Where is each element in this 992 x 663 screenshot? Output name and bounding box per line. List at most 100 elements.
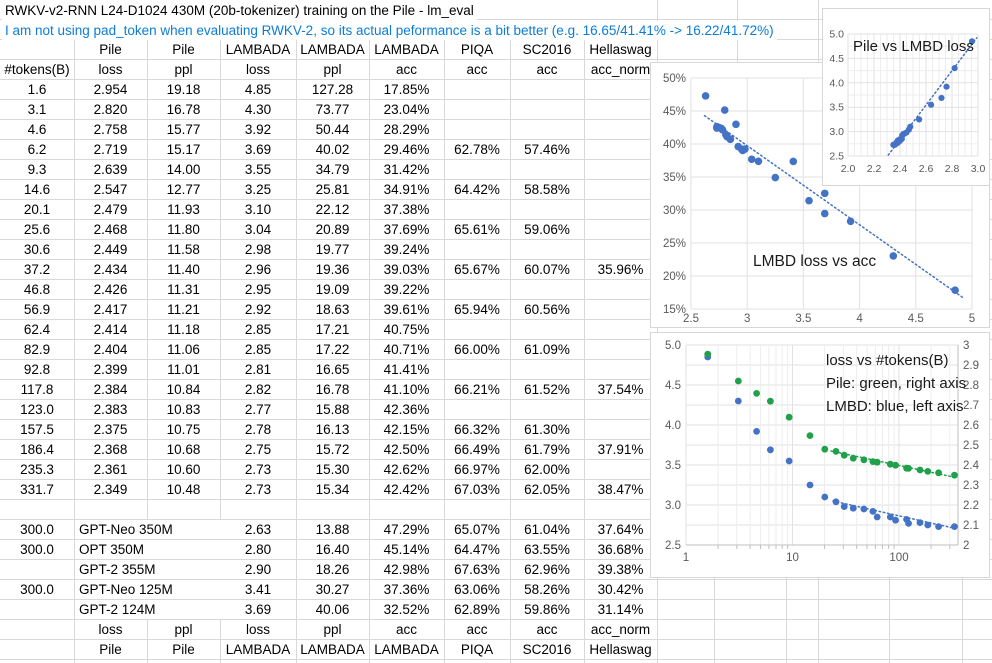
- table-cell[interactable]: 30.6: [0, 240, 74, 259]
- table-cell[interactable]: 31.42%: [369, 160, 444, 179]
- table-cell[interactable]: 36.68%: [584, 540, 657, 559]
- column-sub-header[interactable]: loss: [220, 620, 296, 639]
- table-cell[interactable]: 25.6: [0, 220, 74, 239]
- table-cell[interactable]: 29.46%: [369, 140, 444, 159]
- column-sub-header[interactable]: ppl: [296, 620, 369, 639]
- table-cell[interactable]: 40.75%: [369, 320, 444, 339]
- column-group-header[interactable]: PIQA: [444, 40, 510, 59]
- table-cell[interactable]: 2.82: [220, 380, 296, 399]
- table-cell[interactable]: 11.31: [147, 280, 220, 299]
- sheet-title-cell[interactable]: RWKV-v2-RNN L24-D1024 430M (20b-tokenize…: [2, 1, 477, 20]
- column-sub-header[interactable]: loss: [74, 620, 147, 639]
- table-cell[interactable]: 14.6: [0, 180, 74, 199]
- column-sub-header[interactable]: #tokens(B): [0, 60, 74, 79]
- table-cell[interactable]: 2.414: [74, 320, 147, 339]
- table-cell[interactable]: 300.0: [0, 540, 74, 559]
- table-cell[interactable]: 65.61%: [444, 220, 510, 239]
- table-cell[interactable]: 157.5: [0, 420, 74, 439]
- table-cell[interactable]: 37.36%: [369, 580, 444, 599]
- table-cell[interactable]: 66.97%: [444, 460, 510, 479]
- table-cell[interactable]: 2.820: [74, 100, 147, 119]
- table-cell[interactable]: 11.01: [147, 360, 220, 379]
- table-cell[interactable]: 11.40: [147, 260, 220, 279]
- table-cell[interactable]: 62.89%: [444, 600, 510, 619]
- column-group-header[interactable]: SC2016: [510, 40, 584, 59]
- column-group-header[interactable]: Hellaswag: [584, 40, 657, 59]
- table-cell[interactable]: 61.79%: [510, 440, 584, 459]
- table-cell[interactable]: 73.77: [296, 100, 369, 119]
- table-cell[interactable]: 2.954: [74, 80, 147, 99]
- table-cell[interactable]: 39.61%: [369, 300, 444, 319]
- table-cell[interactable]: 47.29%: [369, 520, 444, 539]
- table-cell[interactable]: 42.42%: [369, 480, 444, 499]
- table-cell[interactable]: 15.77: [147, 120, 220, 139]
- table-cell[interactable]: 2.96: [220, 260, 296, 279]
- table-cell[interactable]: 2.368: [74, 440, 147, 459]
- column-sub-header[interactable]: acc_norm: [584, 60, 657, 79]
- table-cell[interactable]: 2.63: [220, 520, 296, 539]
- table-cell[interactable]: 4.6: [0, 120, 74, 139]
- table-cell[interactable]: 15.30: [296, 460, 369, 479]
- table-cell[interactable]: 18.26: [296, 560, 369, 579]
- table-cell[interactable]: 2.639: [74, 160, 147, 179]
- table-cell[interactable]: 45.14%: [369, 540, 444, 559]
- table-cell[interactable]: 2.404: [74, 340, 147, 359]
- table-cell[interactable]: 2.479: [74, 200, 147, 219]
- table-cell[interactable]: 39.22%: [369, 280, 444, 299]
- table-cell[interactable]: 25.81: [296, 180, 369, 199]
- table-cell[interactable]: 19.77: [296, 240, 369, 259]
- table-cell[interactable]: 11.18: [147, 320, 220, 339]
- table-cell[interactable]: 62.4: [0, 320, 74, 339]
- table-cell[interactable]: 39.38%: [584, 560, 657, 579]
- column-group-header[interactable]: Pile: [147, 640, 220, 659]
- table-cell[interactable]: 40.71%: [369, 340, 444, 359]
- table-cell[interactable]: 39.24%: [369, 240, 444, 259]
- table-cell[interactable]: 2.417: [74, 300, 147, 319]
- table-cell[interactable]: 22.12: [296, 200, 369, 219]
- table-cell[interactable]: 67.03%: [444, 480, 510, 499]
- table-cell[interactable]: 38.47%: [584, 480, 657, 499]
- table-cell[interactable]: 31.14%: [584, 600, 657, 619]
- column-group-header[interactable]: LAMBADA: [369, 40, 444, 59]
- table-cell[interactable]: 66.49%: [444, 440, 510, 459]
- column-group-header[interactable]: LAMBADA: [220, 640, 296, 659]
- table-cell[interactable]: 2.384: [74, 380, 147, 399]
- table-cell[interactable]: 123.0: [0, 400, 74, 419]
- table-cell[interactable]: 65.94%: [444, 300, 510, 319]
- table-cell[interactable]: 3.1: [0, 100, 74, 119]
- table-cell[interactable]: 2.92: [220, 300, 296, 319]
- table-cell[interactable]: 16.78: [296, 380, 369, 399]
- table-cell[interactable]: 19.18: [147, 80, 220, 99]
- table-cell[interactable]: 2.349: [74, 480, 147, 499]
- model-name-cell[interactable]: GPT-2 124M: [76, 600, 221, 619]
- table-cell[interactable]: 300.0: [0, 520, 74, 539]
- table-cell[interactable]: 37.64%: [584, 520, 657, 539]
- table-cell[interactable]: 2.426: [74, 280, 147, 299]
- table-cell[interactable]: 2.758: [74, 120, 147, 139]
- table-cell[interactable]: 2.85: [220, 340, 296, 359]
- column-group-header[interactable]: LAMBADA: [220, 40, 296, 59]
- table-cell[interactable]: 59.06%: [510, 220, 584, 239]
- table-cell[interactable]: 23.04%: [369, 100, 444, 119]
- table-cell[interactable]: 62.05%: [510, 480, 584, 499]
- table-cell[interactable]: 42.62%: [369, 460, 444, 479]
- table-cell[interactable]: 2.75: [220, 440, 296, 459]
- table-cell[interactable]: 127.28: [296, 80, 369, 99]
- sheet-note-cell[interactable]: I am not using pad_token when evaluating…: [2, 21, 777, 40]
- table-cell[interactable]: 2.434: [74, 260, 147, 279]
- column-group-header[interactable]: Pile: [147, 40, 220, 59]
- table-cell[interactable]: 30.42%: [584, 580, 657, 599]
- table-cell[interactable]: 37.91%: [584, 440, 657, 459]
- table-cell[interactable]: 62.96%: [510, 560, 584, 579]
- table-cell[interactable]: 62.00%: [510, 460, 584, 479]
- table-cell[interactable]: 331.7: [0, 480, 74, 499]
- table-cell[interactable]: 10.48: [147, 480, 220, 499]
- table-cell[interactable]: 57.46%: [510, 140, 584, 159]
- table-cell[interactable]: 15.17: [147, 140, 220, 159]
- column-group-header[interactable]: LAMBADA: [369, 640, 444, 659]
- table-cell[interactable]: 67.63%: [444, 560, 510, 579]
- table-cell[interactable]: 66.21%: [444, 380, 510, 399]
- table-cell[interactable]: 92.8: [0, 360, 74, 379]
- table-cell[interactable]: 46.8: [0, 280, 74, 299]
- column-sub-header[interactable]: acc_norm: [584, 620, 657, 639]
